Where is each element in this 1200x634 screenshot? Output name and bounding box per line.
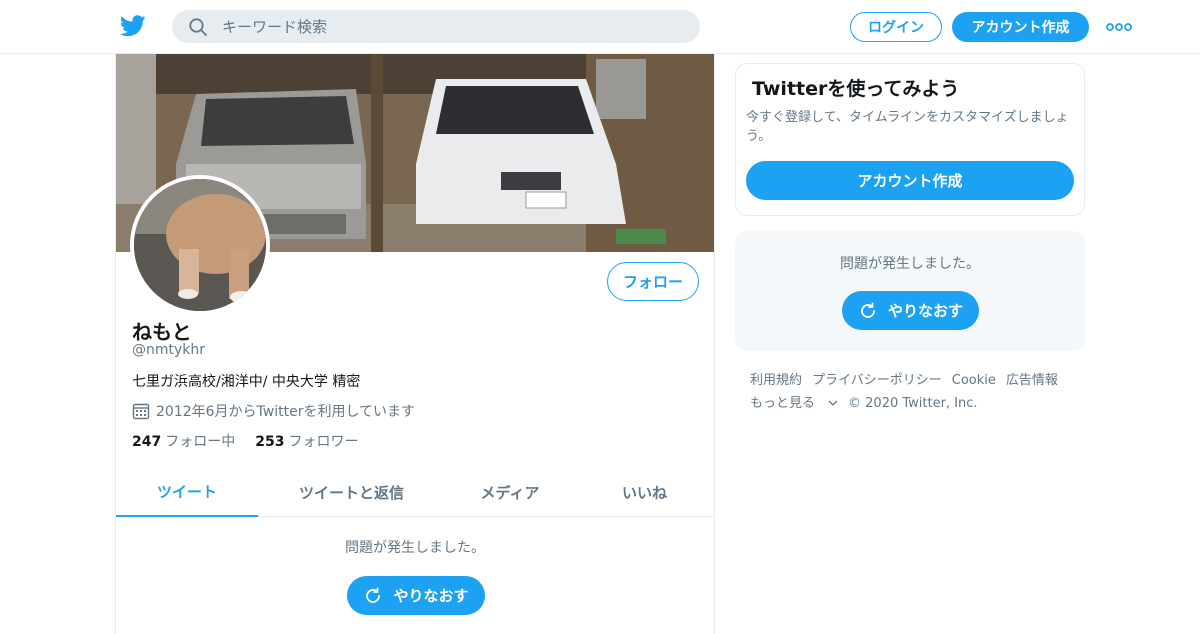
avatar-photo-dog bbox=[134, 179, 266, 311]
footer-more-label: もっと見る bbox=[750, 396, 816, 411]
search-bar[interactable] bbox=[172, 10, 700, 43]
signup-promo-card: Twitterを使ってみよう 今すぐ登録して、タイムラインをカスタマイズしましょ… bbox=[735, 63, 1085, 216]
footer-more-link[interactable]: もっと見る bbox=[750, 392, 838, 415]
top-navigation-bar: ログイン アカウント作成 bbox=[0, 0, 1200, 54]
twitter-bird-logo-icon[interactable] bbox=[120, 14, 146, 38]
tab-tweets[interactable]: ツイート bbox=[116, 467, 258, 517]
sidebar-error-message: 問題が発生しました。 bbox=[840, 256, 980, 272]
profile-name: ねもと bbox=[132, 320, 192, 344]
tab-likes[interactable]: いいね bbox=[575, 467, 714, 517]
footer-link-terms[interactable]: 利用規約 bbox=[750, 369, 802, 392]
refresh-icon bbox=[861, 302, 875, 318]
signup-button[interactable]: アカウント作成 bbox=[952, 12, 1089, 42]
signup-card-description: 今すぐ登録して、タイムラインをカスタマイズしましょう。 bbox=[746, 110, 1069, 144]
search-icon bbox=[189, 18, 207, 36]
timeline-error-message: 問題が発生しました。 bbox=[345, 540, 485, 556]
timeline-retry-button[interactable]: やりなおす bbox=[347, 576, 485, 615]
tab-media[interactable]: メディア bbox=[445, 467, 575, 517]
following-count: 247 bbox=[132, 434, 162, 450]
footer-link-ads-info[interactable]: 広告情報 bbox=[1006, 369, 1058, 392]
tab-tweets-and-replies[interactable]: ツイートと返信 bbox=[258, 467, 445, 517]
search-input[interactable] bbox=[222, 10, 682, 43]
login-button[interactable]: ログイン bbox=[850, 12, 942, 42]
profile-column: フォロー ねもと @nmtykhr 七里ガ浜高校/湘洋中/ 中央大学 精密 20… bbox=[115, 54, 715, 634]
following-count-link[interactable]: 247 フォロー中 bbox=[132, 431, 235, 451]
profile-join-date: 2012年6月からTwitterを利用しています bbox=[132, 401, 415, 421]
more-options-icon[interactable] bbox=[1106, 19, 1132, 35]
followers-label: フォロワー bbox=[288, 434, 359, 450]
refresh-icon bbox=[366, 587, 381, 603]
footer-links-row: 利用規約 プライバシーポリシー Cookie 広告情報 bbox=[750, 369, 1080, 392]
timeline-retry-label: やりなおす bbox=[393, 587, 469, 605]
footer-link-privacy[interactable]: プライバシーポリシー bbox=[812, 369, 942, 392]
calendar-icon bbox=[132, 403, 150, 420]
followers-count-link[interactable]: 253 フォロワー bbox=[255, 431, 358, 451]
footer-second-row: もっと見る © 2020 Twitter, Inc. bbox=[750, 392, 1080, 415]
footer-copyright: © 2020 Twitter, Inc. bbox=[848, 396, 978, 411]
profile-handle[interactable]: @nmtykhr bbox=[132, 342, 205, 358]
profile-avatar[interactable] bbox=[130, 175, 270, 315]
join-date-text: 2012年6月からTwitterを利用しています bbox=[156, 404, 416, 420]
sidebar-retry-label: やりなおす bbox=[887, 302, 963, 320]
chevron-down-icon bbox=[828, 400, 838, 406]
sidebar-retry-button[interactable]: やりなおす bbox=[842, 291, 979, 330]
profile-tabs: ツイート ツイートと返信 メディア いいね bbox=[116, 467, 714, 517]
signup-card-title: Twitterを使ってみよう bbox=[752, 78, 960, 100]
profile-bio: 七里ガ浜高校/湘洋中/ 中央大学 精密 bbox=[132, 374, 361, 390]
footer-link-cookie[interactable]: Cookie bbox=[952, 369, 996, 392]
sidebar-error-box: 問題が発生しました。 やりなおす bbox=[735, 231, 1085, 351]
sidebar-footer: 利用規約 プライバシーポリシー Cookie 広告情報 もっと見る © 2020 Twi… bbox=[750, 369, 1080, 415]
follow-counts: 247 フォロー中 253 フォロワー bbox=[132, 431, 378, 451]
signup-card-button[interactable]: アカウント作成 bbox=[746, 161, 1074, 200]
follow-button[interactable]: フォロー bbox=[607, 262, 699, 301]
followers-count: 253 bbox=[255, 434, 285, 450]
following-label: フォロー中 bbox=[165, 434, 236, 450]
